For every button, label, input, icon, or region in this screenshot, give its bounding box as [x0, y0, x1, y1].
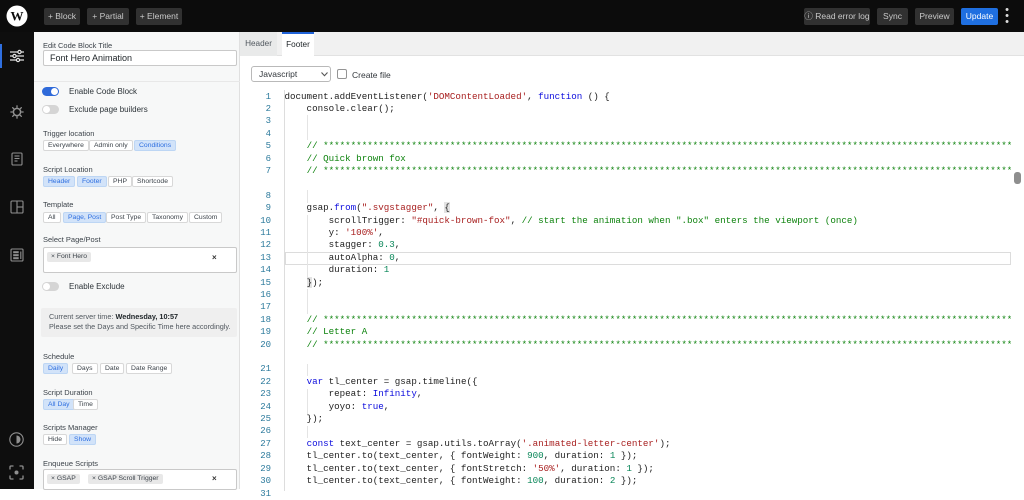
svg-text:W: W: [11, 8, 24, 23]
